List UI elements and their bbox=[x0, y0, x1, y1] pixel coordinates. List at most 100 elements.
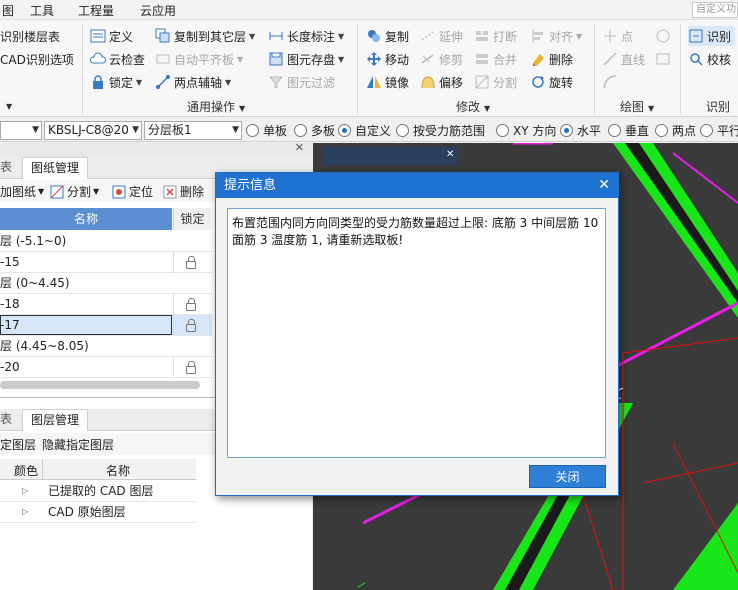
point-button[interactable]: 点 bbox=[602, 26, 633, 46]
check-button[interactable]: 校核 bbox=[688, 49, 731, 69]
copy-to-other-floor-button[interactable]: 复制到其它层 ▼ bbox=[155, 26, 255, 46]
break-button[interactable]: 打断 bbox=[474, 26, 517, 46]
move-button[interactable]: 移动 bbox=[366, 49, 409, 69]
define-button[interactable]: 定义 bbox=[90, 26, 133, 46]
rect-button[interactable] bbox=[655, 26, 674, 46]
column-header-layer-name[interactable]: 名称 bbox=[106, 462, 130, 479]
menu-item-quantity[interactable]: 工程量 bbox=[78, 2, 114, 19]
save-icon bbox=[268, 51, 284, 67]
dialog-title: 提示信息 bbox=[224, 178, 277, 193]
locate-button[interactable]: 定位 bbox=[112, 183, 153, 200]
arc-button[interactable] bbox=[602, 72, 621, 92]
radio-single-slab[interactable]: 单板 bbox=[246, 122, 287, 139]
menu-item-cloud[interactable]: 云应用 bbox=[140, 2, 176, 19]
drawing-group-row[interactable]: 层 (-5.1~0) bbox=[0, 231, 212, 252]
expand-icon[interactable]: ▷ bbox=[22, 481, 28, 501]
rebar-spec-combo[interactable]: KBSLJ-C8@20 ▼ bbox=[44, 121, 142, 140]
polygon-button[interactable] bbox=[655, 49, 674, 69]
radio-two-point[interactable]: 两点 bbox=[655, 122, 696, 139]
cloud-icon bbox=[89, 51, 107, 67]
drawing-row[interactable]: -20 bbox=[0, 357, 212, 378]
extend-icon bbox=[420, 28, 436, 44]
tab-table[interactable]: 表 bbox=[0, 157, 20, 179]
dialog-title-bar[interactable]: 提示信息 ✕ bbox=[216, 173, 618, 198]
align-button[interactable]: 对齐 ▼ bbox=[530, 26, 582, 46]
radio-vertical[interactable]: 垂直 bbox=[608, 122, 649, 139]
rotate-button[interactable]: 旋转 bbox=[530, 72, 573, 92]
radio-multi-slab[interactable]: 多板 bbox=[294, 122, 335, 139]
drawing-row[interactable]: -15 bbox=[0, 252, 212, 273]
radio-horizontal[interactable]: 水平 bbox=[560, 122, 601, 139]
radio-rebar-range[interactable]: 按受力筋范围 bbox=[396, 122, 485, 139]
copy-icon bbox=[366, 28, 382, 44]
close-icon[interactable]: ✕ bbox=[295, 141, 304, 154]
dialog-message: 布置范围内同方向同类型的受力筋数量超过上限: 底筋 3 中间层筋 10 面筋 3… bbox=[232, 216, 599, 247]
lock-icon[interactable] bbox=[186, 319, 196, 332]
drawing-row[interactable]: -18 bbox=[0, 294, 212, 315]
common-ops-group-label[interactable]: 通用操作 ▼ bbox=[187, 98, 245, 115]
length-icon bbox=[268, 28, 284, 44]
modify-group-label[interactable]: 修改 ▼ bbox=[456, 98, 490, 115]
menu-item-tools[interactable]: 工具 bbox=[30, 2, 54, 19]
extend-button[interactable]: 延伸 bbox=[420, 26, 463, 46]
close-button[interactable]: 关闭 bbox=[529, 465, 606, 488]
define-icon bbox=[90, 28, 106, 44]
layer-row-original[interactable]: ▷ CAD 原始图层 bbox=[0, 502, 196, 523]
lock-button[interactable]: 锁定 ▼ bbox=[90, 72, 142, 92]
trim-icon bbox=[420, 51, 436, 67]
split-button[interactable]: 分割 bbox=[474, 72, 517, 92]
two-point-axis-button[interactable]: 两点辅轴 ▼ bbox=[155, 72, 231, 92]
draw-group-label[interactable]: 绘图 ▼ bbox=[620, 98, 654, 115]
radio-xy-direction[interactable]: XY 方向 bbox=[496, 122, 556, 139]
radio-parallel[interactable]: 平行 bbox=[700, 122, 738, 139]
drawing-group-row[interactable]: 层 (4.45~8.05) bbox=[0, 336, 212, 357]
lock-icon[interactable] bbox=[186, 361, 196, 374]
copy-button[interactable]: 复制 bbox=[366, 26, 409, 46]
tab-layer-management[interactable]: 图层管理 bbox=[22, 409, 89, 431]
identify-floors-button[interactable]: 识别楼层表 bbox=[0, 26, 60, 46]
element-filter-button[interactable]: 图元过滤 bbox=[268, 72, 335, 92]
split-drawing-button[interactable]: 分割 ▼ bbox=[50, 183, 99, 200]
delete-button[interactable]: 删除 bbox=[530, 49, 573, 69]
cad-options-button[interactable]: CAD识别选项 bbox=[0, 49, 74, 69]
type-combo[interactable]: ▼ bbox=[0, 121, 42, 140]
mirror-button[interactable]: 镜像 bbox=[366, 72, 409, 92]
layer-slab-combo[interactable]: 分层板1 ▼ bbox=[144, 121, 242, 140]
message-dialog: 提示信息 ✕ 布置范围内同方向同类型的受力筋数量超过上限: 底筋 3 中间层筋 … bbox=[215, 172, 619, 496]
drawing-row[interactable]: -17 bbox=[0, 315, 212, 336]
trim-button[interactable]: 修剪 bbox=[420, 49, 463, 69]
radio-custom[interactable]: 自定义 bbox=[338, 122, 391, 139]
menu-item-draw[interactable]: 图 bbox=[2, 2, 14, 19]
tab-drawing-management[interactable]: 图纸管理 bbox=[22, 157, 89, 179]
column-header-name[interactable]: 名称 bbox=[0, 208, 172, 230]
horizontal-scrollbar[interactable] bbox=[0, 381, 200, 389]
column-divider bbox=[173, 294, 174, 315]
panel-title-bar: ✕ bbox=[0, 141, 312, 157]
save-element-button[interactable]: 图元存盘 ▼ bbox=[268, 49, 344, 69]
expand-icon[interactable]: ▷ bbox=[22, 502, 28, 522]
drawing-row-label: 层 (-5.1~0) bbox=[0, 234, 67, 248]
tab-table-2[interactable]: 表 bbox=[0, 409, 20, 431]
hide-layer-button[interactable]: 隐藏指定图层 bbox=[42, 436, 114, 453]
auto-align-slab-button[interactable]: 自动平齐板 ▼ bbox=[155, 49, 243, 69]
merge-icon bbox=[474, 51, 490, 67]
selection-outline bbox=[0, 315, 172, 335]
merge-button[interactable]: 合并 bbox=[474, 49, 517, 69]
offset-button[interactable]: 偏移 bbox=[420, 72, 463, 92]
column-header-lock[interactable]: 锁定 bbox=[173, 208, 211, 230]
drawing-group-row[interactable]: 层 (0~4.45) bbox=[0, 273, 212, 294]
lock-icon[interactable] bbox=[186, 298, 196, 311]
search-input[interactable]: 自定义功 bbox=[692, 2, 738, 18]
delete-drawing-button[interactable]: 删除 bbox=[163, 183, 204, 200]
add-drawing-button[interactable]: 加图纸 ▼ bbox=[0, 183, 44, 200]
layer-row-extracted[interactable]: ▷ 已提取的 CAD 图层 bbox=[0, 481, 196, 502]
length-annotation-button[interactable]: 长度标注 ▼ bbox=[268, 26, 344, 46]
column-header-color[interactable]: 颜色 bbox=[14, 462, 38, 479]
identify-button[interactable]: 识别 bbox=[688, 26, 736, 46]
column-divider bbox=[173, 315, 174, 336]
close-icon[interactable]: ✕ bbox=[598, 173, 610, 198]
show-layer-button[interactable]: 定图层 bbox=[0, 436, 36, 453]
cloud-check-button[interactable]: 云检查 bbox=[89, 49, 145, 69]
line-button[interactable]: 直线 bbox=[602, 49, 645, 69]
lock-icon[interactable] bbox=[186, 256, 196, 269]
